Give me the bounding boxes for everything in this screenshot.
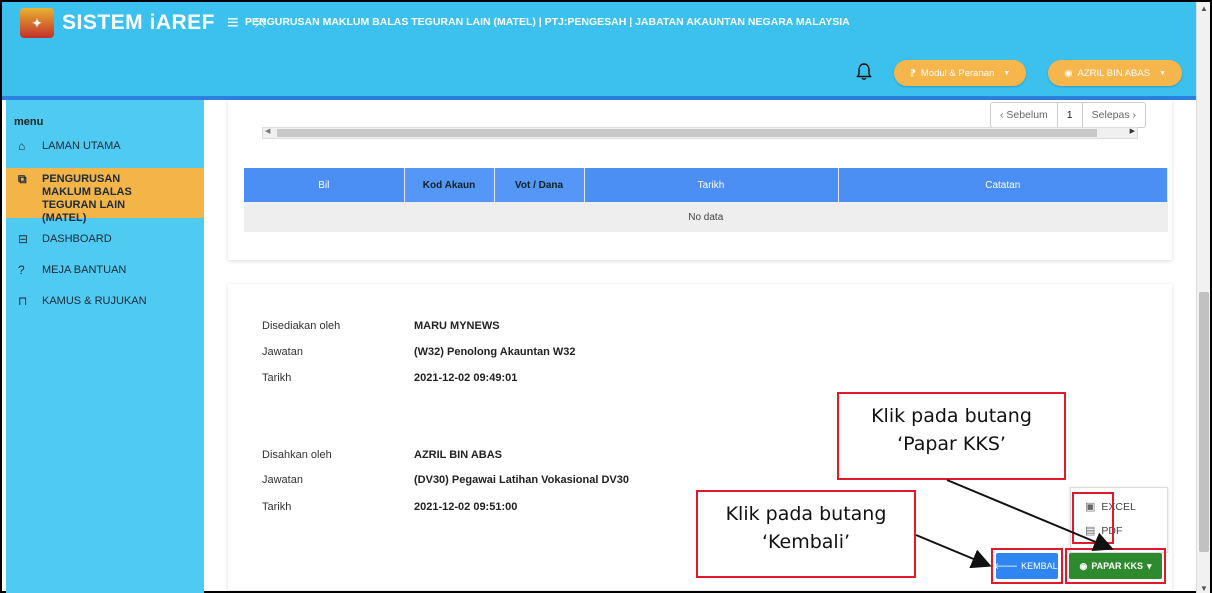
annotation-arrows	[915, 479, 1114, 569]
arrow-to-kembali	[915, 534, 992, 569]
scrollbar-thumb[interactable]	[1199, 292, 1209, 552]
scroll-down-icon[interactable]: ▼	[1200, 584, 1208, 593]
scroll-up-icon[interactable]: ▲	[1200, 4, 1208, 13]
vertical-scrollbar[interactable]: ▲ ▼	[1196, 2, 1210, 593]
arrow-to-papar-kks	[946, 479, 1114, 552]
